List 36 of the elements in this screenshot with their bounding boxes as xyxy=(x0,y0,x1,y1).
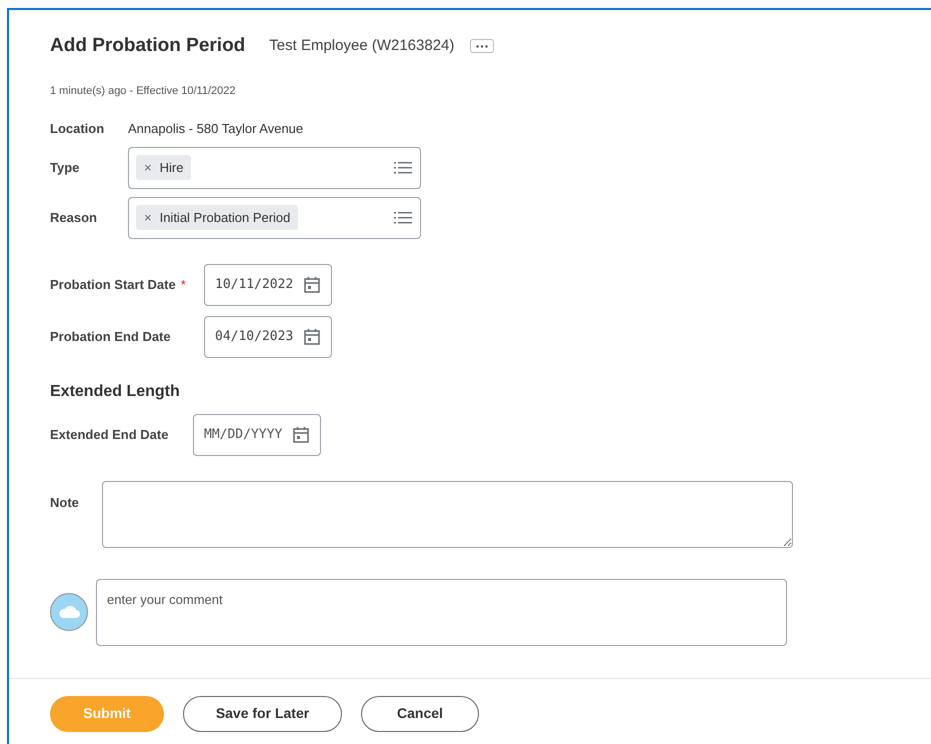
field-label: Type xyxy=(50,158,80,177)
field-label: Probation End Date xyxy=(50,328,171,346)
chip-label: Initial Probation Period xyxy=(160,208,290,227)
section-heading: Extended Length xyxy=(50,382,181,402)
list-icon[interactable] xyxy=(394,160,412,174)
remove-icon[interactable]: × xyxy=(144,158,152,178)
required-asterisk: * xyxy=(180,276,186,294)
chip-label: Hire xyxy=(160,158,184,177)
multiselect-field[interactable]: × Hire xyxy=(128,146,421,188)
field-label: Location xyxy=(50,120,104,138)
note-field[interactable] xyxy=(102,480,793,548)
timestamp: 1 minute(s) ago - Effective 10/11/2022 xyxy=(50,84,236,98)
more-button[interactable] xyxy=(470,39,494,54)
employee-name: Test Employee (W2163824) xyxy=(269,36,454,56)
field-label: Extended End Date xyxy=(50,426,168,444)
calendar-icon[interactable] xyxy=(303,328,322,346)
cloud-icon xyxy=(58,605,80,619)
page-title: Add Probation Period xyxy=(50,34,246,58)
list-icon[interactable] xyxy=(394,210,412,224)
calendar-icon[interactable] xyxy=(292,426,310,444)
more-icon xyxy=(476,44,488,48)
field-label: Probation Start Date xyxy=(50,276,176,294)
field-label: Note xyxy=(50,494,80,512)
comment-field[interactable]: enter your comment xyxy=(96,578,787,646)
save-for-later-button[interactable]: Save for Later xyxy=(183,696,342,732)
date-field[interactable]: MM/DD/YYYY xyxy=(193,414,322,456)
multiselect-field[interactable]: × Initial Probation Period xyxy=(128,196,421,238)
selected-chip[interactable]: × Initial Probation Period xyxy=(136,204,298,230)
remove-icon[interactable]: × xyxy=(144,208,152,228)
date-field[interactable]: 04/10/2023 xyxy=(204,316,332,358)
selected-chip[interactable]: × Hire xyxy=(136,154,192,180)
field-label: Reason xyxy=(50,208,97,227)
field-value: Annapolis - 580 Taylor Avenue xyxy=(128,120,304,138)
cancel-button[interactable]: Cancel xyxy=(361,696,479,732)
date-field[interactable]: 10/11/2022 xyxy=(204,264,332,306)
calendar-icon[interactable] xyxy=(303,276,322,294)
